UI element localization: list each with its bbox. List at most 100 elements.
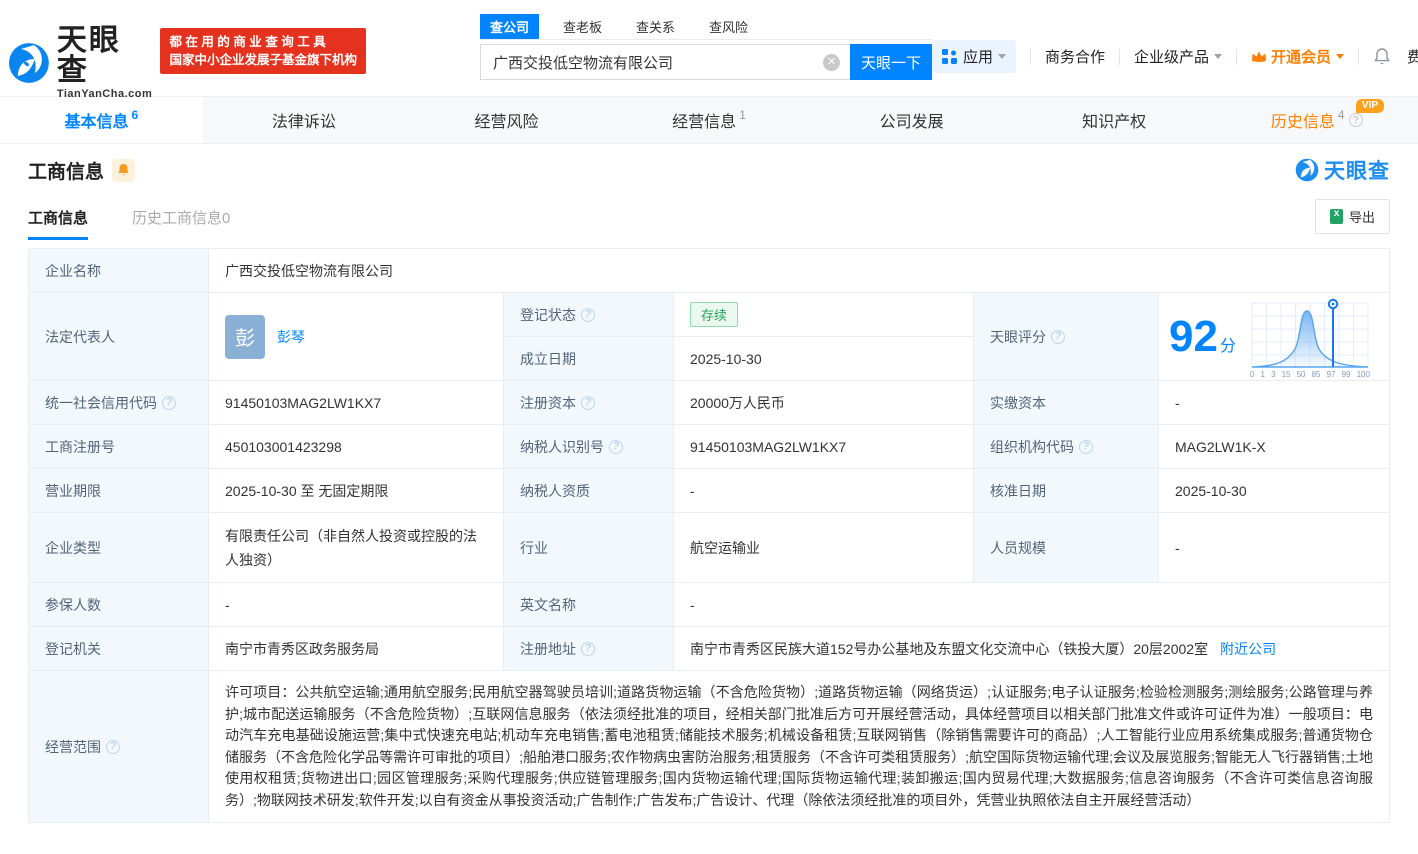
help-icon[interactable]: ? — [1348, 113, 1363, 127]
tab-label: 基本信息 — [64, 114, 129, 131]
chevron-down-icon — [1214, 54, 1222, 59]
search-tab-boss[interactable]: 查老板 — [553, 14, 612, 39]
enterprise-products-menu[interactable]: 企业级产品 — [1134, 46, 1222, 67]
approval-date-label: 核准日期 — [974, 469, 1159, 513]
reg-address-label: 注册地址 — [504, 627, 674, 671]
tab-company-development[interactable]: 公司发展 — [810, 97, 1013, 143]
status-badge: 存续 — [690, 302, 739, 327]
nearby-companies-link[interactable]: 附近公司 — [1220, 639, 1276, 659]
clear-search-icon[interactable]: ✕ — [822, 54, 840, 71]
english-name-label: 英文名称 — [504, 583, 674, 627]
tab-history-info[interactable]: VIP 历史信息 4 ? — [1215, 97, 1418, 143]
nav-divider — [1118, 48, 1120, 65]
help-icon[interactable] — [1079, 439, 1093, 454]
industry-label: 行业 — [504, 513, 674, 583]
section-title: 工商信息 — [28, 161, 105, 183]
table-row: 统一社会信用代码 91450103MAG2LW1KX7 注册资本 20000万人… — [29, 381, 1389, 425]
reg-address-value: 南宁市青秀区民族大道152号办公基地及东盟文化交流中心（铁投大厦）20层2002… — [674, 627, 1389, 671]
score-value: 92 分 0 1 3 15 50 85 97 99 100 — [1159, 293, 1389, 381]
help-icon[interactable] — [162, 395, 176, 410]
insured-count-label: 参保人数 — [29, 583, 209, 627]
score-label: 天眼评分 — [974, 293, 1159, 381]
english-name-value: - — [674, 583, 1389, 627]
label-text: 统一社会信用代码 — [45, 394, 157, 411]
nav-divider — [1029, 48, 1031, 65]
tab-basic-info[interactable]: 基本信息 6 — [0, 97, 203, 143]
username: 费米 — [1407, 49, 1418, 66]
score-number: 92 — [1169, 311, 1218, 361]
tab-label: 历史信息 — [1270, 114, 1335, 131]
search-button[interactable]: 天眼一下 — [849, 44, 932, 80]
tab-operation-info[interactable]: 经营信息 1 — [608, 97, 811, 143]
reg-authority-label: 登记机关 — [29, 627, 209, 671]
credit-code-value: 91450103MAG2LW1KX7 — [209, 381, 504, 425]
staff-size-value: - — [1159, 513, 1389, 583]
tab-business-risk[interactable]: 经营风险 — [405, 97, 608, 143]
staff-size-label: 人员规模 — [974, 513, 1159, 583]
brand-slogan: 都 在 用 的 商 业 查 询 工 具 国家中小企业发展子基金旗下机构 — [160, 28, 366, 74]
paid-capital-value: - — [1159, 381, 1389, 425]
search-tab-company[interactable]: 查公司 — [479, 14, 539, 39]
help-icon[interactable] — [581, 307, 595, 322]
axis-tick: 50 — [1296, 369, 1306, 379]
legal-rep-link[interactable]: 彭琴 — [277, 327, 305, 347]
tianyancha-logo[interactable]: 天眼查 TianYanCha.com — [8, 26, 152, 100]
help-icon[interactable] — [1051, 329, 1065, 344]
axis-tick: 1 — [1260, 369, 1265, 379]
search-tab-risk[interactable]: 查风险 — [699, 14, 758, 39]
user-menu[interactable]: 费米 — [1407, 46, 1418, 67]
reg-number-value: 450103001423298 — [209, 425, 504, 469]
org-code-label: 组织机构代码 — [974, 425, 1159, 469]
table-row: 企业名称 广西交投低空物流有限公司 — [29, 249, 1389, 293]
subscribe-bell-icon[interactable] — [112, 158, 136, 182]
label-text: 注册地址 — [520, 640, 576, 657]
reg-status-value: 存续 — [674, 293, 974, 337]
reg-capital-value: 20000万人民币 — [674, 381, 974, 425]
apps-menu[interactable]: 应用 — [931, 40, 1016, 73]
industry-value: 航空运输业 — [674, 513, 974, 583]
export-button[interactable]: 导出 — [1314, 199, 1390, 234]
apps-label: 应用 — [962, 49, 993, 66]
tab-legal-litigation[interactable]: 法律诉讼 — [203, 97, 406, 143]
brand-name: 天眼查 — [56, 24, 121, 87]
tianyancha-logo-icon — [1295, 158, 1319, 182]
help-icon[interactable] — [581, 395, 595, 410]
subtab-business-info[interactable]: 工商信息 — [28, 207, 89, 240]
establish-date-label: 成立日期 — [504, 337, 674, 381]
taxpayer-id-label: 纳税人识别号 — [504, 425, 674, 469]
avatar[interactable]: 彭 — [225, 314, 265, 359]
nav-divider — [1236, 48, 1237, 65]
axis-tick: 0 — [1249, 369, 1255, 379]
tab-count: 6 — [131, 108, 139, 122]
watermark-logo: 天眼查 — [1295, 155, 1390, 185]
business-scope-label: 经营范围 — [29, 671, 209, 823]
credit-code-label: 统一社会信用代码 — [29, 381, 209, 425]
tab-intellectual-property[interactable]: 知识产权 — [1013, 97, 1216, 143]
nav-divider — [1358, 48, 1360, 65]
help-icon[interactable] — [609, 439, 623, 454]
search-tab-relation[interactable]: 查关系 — [626, 14, 685, 39]
reg-authority-value: 南宁市青秀区政务服务局 — [209, 627, 504, 671]
company-tabbar: 基本信息 6 法律诉讼 经营风险 经营信息 1 公司发展 知识产权 VIP 历史… — [0, 96, 1418, 144]
open-vip-menu[interactable]: 开通会员 — [1251, 46, 1345, 67]
main-content: 工商信息 天眼查 工商信息 历史工商信息0 导出 — [0, 144, 1418, 823]
axis-tick: 85 — [1311, 369, 1321, 379]
export-label: 导出 — [1348, 210, 1375, 225]
open-vip-label: 开通会员 — [1271, 49, 1332, 66]
watermark-text: 天眼查 — [1324, 160, 1390, 183]
business-info-table: 企业名称 广西交投低空物流有限公司 法定代表人 彭 彭琴 登记状态 存续 成立日… — [28, 248, 1390, 823]
subtab-history-business-info[interactable]: 历史工商信息0 — [132, 207, 230, 240]
company-type-label: 企业类型 — [29, 513, 209, 583]
help-icon[interactable] — [581, 641, 595, 656]
table-row: 参保人数 - 英文名称 - — [29, 583, 1389, 627]
search-input-wrap: ✕ — [479, 44, 850, 80]
axis-tick: 99 — [1341, 369, 1351, 379]
tab-label: 经营信息 — [672, 114, 737, 131]
help-icon[interactable] — [106, 739, 120, 754]
business-cooperation-link[interactable]: 商务合作 — [1045, 46, 1105, 67]
search-input[interactable] — [480, 45, 850, 79]
notifications-bell-icon[interactable] — [1373, 47, 1391, 66]
chevron-down-icon — [1336, 54, 1345, 59]
score-unit: 分 — [1219, 337, 1236, 355]
label-text: 经营范围 — [45, 738, 101, 755]
